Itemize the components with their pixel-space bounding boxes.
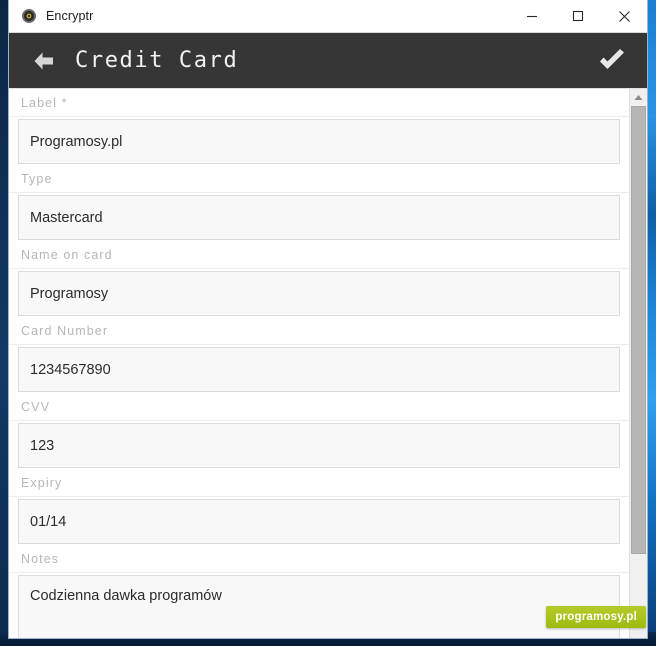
notes-field-input[interactable]: Codzienna dawka programów	[18, 575, 620, 638]
checkmark-icon[interactable]	[597, 46, 627, 76]
app-header-bar: Credit Card	[9, 33, 647, 88]
maximize-button[interactable]	[555, 0, 601, 32]
expiry-field-input[interactable]: 01/14	[18, 499, 620, 544]
back-arrow-icon[interactable]	[31, 48, 57, 74]
expiry-field-label: Expiry	[9, 470, 629, 497]
window-controls	[509, 0, 647, 32]
credit-card-form: Label * Programosy.pl Type Mastercard Na…	[9, 89, 629, 638]
card-number-field-input[interactable]: 1234567890	[18, 347, 620, 392]
label-field-input[interactable]: Programosy.pl	[18, 119, 620, 164]
name-on-card-field-input[interactable]: Programosy	[18, 271, 620, 316]
vertical-scrollbar[interactable]	[629, 89, 647, 638]
label-field-label: Label *	[9, 90, 629, 117]
desktop-background: Encryptr Credit Card Label * Programosy.…	[0, 0, 656, 646]
notes-field-label: Notes	[9, 546, 629, 573]
type-field-label: Type	[9, 166, 629, 193]
close-button[interactable]	[601, 0, 647, 32]
cvv-field-label: CVV	[9, 394, 629, 421]
encryptr-window: Encryptr Credit Card Label * Programosy.…	[9, 0, 647, 638]
encryptr-logo-icon	[21, 8, 37, 24]
scroll-up-arrow-icon[interactable]	[630, 89, 647, 106]
watermark-badge: programosy.pl	[546, 606, 646, 628]
type-field-input[interactable]: Mastercard	[18, 195, 620, 240]
content-area: Label * Programosy.pl Type Mastercard Na…	[9, 88, 647, 638]
cvv-field-input[interactable]: 123	[18, 423, 620, 468]
title-bar: Encryptr	[9, 0, 647, 33]
minimize-button[interactable]	[509, 0, 555, 32]
card-number-field-label: Card Number	[9, 318, 629, 345]
scrollbar-track[interactable]	[630, 106, 647, 638]
page-title: Credit Card	[75, 48, 239, 73]
name-on-card-field-label: Name on card	[9, 242, 629, 269]
scrollbar-thumb[interactable]	[631, 106, 646, 554]
window-title: Encryptr	[46, 9, 94, 23]
